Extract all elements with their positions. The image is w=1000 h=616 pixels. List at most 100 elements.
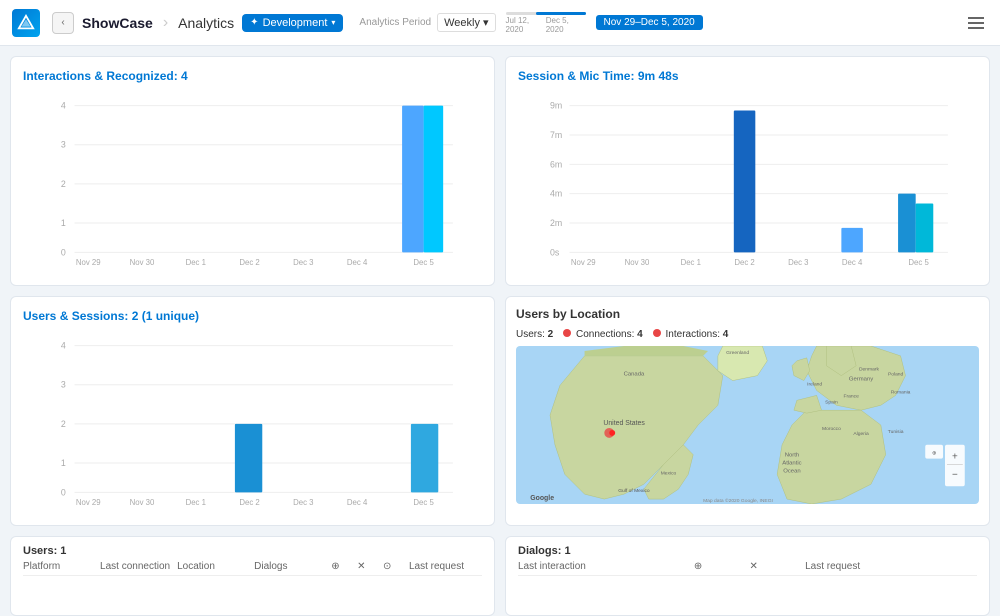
svg-text:Dec 4: Dec 4 [347, 258, 368, 267]
svg-text:Poland: Poland [888, 372, 904, 378]
svg-text:Dec 1: Dec 1 [186, 258, 206, 267]
col-dialog-last-request: Last request [805, 561, 977, 572]
svg-text:Nov 29: Nov 29 [76, 258, 101, 267]
svg-text:4: 4 [61, 341, 66, 351]
connections-legend-text: Connections: [576, 329, 637, 340]
col-last-connection: Last connection [100, 561, 173, 572]
period-chevron-icon: ▾ [483, 16, 489, 29]
main-grid: Interactions & Recognized: 4 4 3 2 1 0 N… [0, 46, 1000, 560]
header-right [964, 13, 988, 33]
svg-text:Nov 30: Nov 30 [130, 258, 155, 267]
svg-text:Dec 5: Dec 5 [908, 258, 929, 267]
session-chart: 9m 7m 6m 4m 2m 0s Nov 29 Nov 30 Dec 1 De… [518, 91, 977, 267]
svg-text:Dec 5: Dec 5 [413, 498, 434, 507]
date-range-slider[interactable]: Jul 12, 2020 Dec 5, 2020 [506, 12, 586, 34]
dialogs-table-title-text: Dialogs: [518, 545, 564, 557]
dialogs-table-card: Dialogs: 1 Last interaction ⊕ ✕ Last req… [505, 536, 990, 616]
svg-text:4: 4 [61, 101, 66, 111]
map-container[interactable]: United States Canada Mexico Greenland Ge… [516, 346, 979, 504]
svg-text:Nov 30: Nov 30 [625, 258, 650, 267]
col-icon-1: ⊕ [331, 561, 353, 572]
connections-dot [563, 329, 571, 337]
users-table-header: Platform Last connection Location Dialog… [23, 561, 482, 576]
dialogs-table-title: Dialogs: 1 [518, 545, 977, 557]
users-sessions-title-text: Users & Sessions: [23, 309, 132, 323]
svg-text:Google: Google [530, 495, 554, 502]
svg-text:Dec 3: Dec 3 [293, 498, 313, 507]
svg-text:Dec 4: Dec 4 [842, 258, 863, 267]
svg-text:Denmark: Denmark [859, 367, 880, 373]
svg-text:⊕: ⊕ [932, 451, 936, 457]
interactions-legend-label: Interactions: 4 [653, 329, 729, 340]
users-sessions-title: Users & Sessions: 2 (1 unique) [23, 309, 482, 323]
svg-text:3: 3 [61, 380, 66, 390]
location-title: Users by Location [516, 307, 979, 321]
col-icon-3: ⊙ [383, 561, 405, 572]
svg-text:Algeria: Algeria [853, 431, 869, 437]
svg-text:Dec 2: Dec 2 [239, 258, 259, 267]
svg-text:Nov 30: Nov 30 [130, 498, 155, 507]
users-table-title-text: Users: [23, 545, 60, 557]
slider-dates: Jul 12, 2020 Dec 5, 2020 [506, 16, 586, 34]
interactions-chart-svg: 4 3 2 1 0 Nov 29 Nov 30 Dec 1 Dec 2 Dec … [23, 91, 482, 267]
app-header: ‹ ShowCase › Analytics ✦ Development ▾ A… [0, 0, 1000, 46]
svg-text:7m: 7m [550, 130, 562, 140]
svg-text:−: − [952, 469, 958, 480]
svg-text:Gulf of Mexico: Gulf of Mexico [618, 488, 650, 494]
nav-separator: › [163, 14, 168, 32]
slider-track [506, 12, 586, 15]
svg-text:North: North [785, 453, 799, 459]
col-platform: Platform [23, 561, 96, 572]
date-badge: Nov 29–Dec 5, 2020 [596, 15, 703, 30]
svg-text:Nov 29: Nov 29 [76, 498, 101, 507]
svg-text:0s: 0s [550, 247, 560, 257]
svg-text:Mexico: Mexico [661, 470, 677, 476]
interactions-value: 4 [181, 69, 188, 83]
svg-text:Dec 3: Dec 3 [293, 258, 313, 267]
period-section: Analytics Period Weekly ▾ Jul 12, 2020 D… [359, 12, 702, 34]
hamburger-line-1 [968, 17, 984, 19]
users-legend-value: 2 [548, 329, 554, 340]
svg-text:Ireland: Ireland [807, 382, 822, 388]
users-sessions-chart: 4 3 2 1 0 Nov 29 Nov 30 Dec 1 Dec 2 Dec … [23, 331, 482, 507]
svg-text:Map data ©2020 Google, INEGI: Map data ©2020 Google, INEGI [703, 497, 773, 504]
period-label: Analytics Period [359, 17, 431, 28]
svg-text:0: 0 [61, 247, 66, 257]
svg-text:Dec 3: Dec 3 [788, 258, 808, 267]
analytics-label: Analytics [178, 15, 234, 31]
svg-text:Dec 2: Dec 2 [734, 258, 754, 267]
session-card: Session & Mic Time: 9m 48s 9m 7m 6m 4m 2… [505, 56, 990, 286]
col-icon-2: ✕ [357, 561, 379, 572]
svg-text:+: + [952, 452, 958, 463]
users-sessions-chart-svg: 4 3 2 1 0 Nov 29 Nov 30 Dec 1 Dec 2 Dec … [23, 331, 482, 507]
period-select[interactable]: Weekly ▾ [437, 13, 495, 32]
interactions-dot [653, 329, 661, 337]
svg-text:Dec 1: Dec 1 [681, 258, 701, 267]
svg-text:Dec 2: Dec 2 [239, 498, 259, 507]
back-icon: ‹ [61, 17, 64, 28]
dev-chevron-icon: ▾ [331, 18, 335, 27]
svg-text:0: 0 [61, 487, 66, 497]
session-title: Session & Mic Time: 9m 48s [518, 69, 977, 83]
dev-environment-button[interactable]: ✦ Development ▾ [242, 14, 343, 32]
users-sessions-value: 2 (1 unique) [132, 309, 199, 323]
interactions-chart: 4 3 2 1 0 Nov 29 Nov 30 Dec 1 Dec 2 Dec … [23, 91, 482, 267]
svg-text:Morocco: Morocco [822, 426, 841, 432]
back-button[interactable]: ‹ [52, 12, 74, 34]
users-table-value: 1 [60, 545, 66, 557]
hamburger-menu-button[interactable] [964, 13, 988, 33]
interactions-legend-value: 4 [723, 329, 729, 340]
date-start: Jul 12, 2020 [506, 16, 546, 34]
interactions-card: Interactions & Recognized: 4 4 3 2 1 0 N… [10, 56, 495, 286]
svg-text:3: 3 [61, 140, 66, 150]
svg-text:Spain: Spain [825, 399, 838, 405]
svg-text:9m: 9m [550, 101, 562, 111]
logo-svg [17, 14, 35, 32]
svg-text:Canada: Canada [624, 372, 645, 378]
hamburger-line-2 [968, 22, 984, 24]
col-dialogs: Dialogs [254, 561, 327, 572]
svg-text:Romania: Romania [891, 389, 911, 395]
svg-text:1: 1 [61, 458, 66, 468]
connections-legend-value: 4 [637, 329, 643, 340]
period-value: Weekly [444, 17, 480, 29]
